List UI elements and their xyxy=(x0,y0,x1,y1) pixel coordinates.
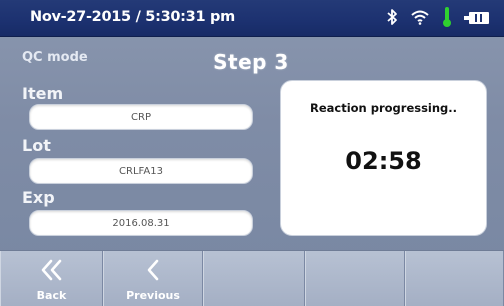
screen: Nov-27-2015 / 5:30:31 pm QC mode Step 3 … xyxy=(0,0,504,306)
nav-slot-5[interactable] xyxy=(405,251,504,306)
reaction-status-text: Reaction progressing.. xyxy=(309,101,458,115)
back-button[interactable]: Back xyxy=(0,251,103,306)
thermometer-icon xyxy=(442,6,452,32)
exp-label: Exp xyxy=(22,188,55,207)
step-title: Step 3 xyxy=(213,50,289,74)
nav-slot-4[interactable] xyxy=(305,251,405,306)
chevron-left-icon xyxy=(104,259,202,286)
bluetooth-icon xyxy=(386,8,398,30)
nav-bar: Back Previous xyxy=(0,250,504,306)
wifi-icon xyxy=(410,9,430,29)
mode-label: QC mode xyxy=(22,50,88,65)
reaction-panel: Reaction progressing.. 02:58 xyxy=(280,80,487,236)
datetime: Nov-27-2015 / 5:30:31 pm xyxy=(30,9,235,25)
exp-field[interactable]: 2016.08.31 xyxy=(29,210,253,236)
battery-icon xyxy=(464,10,490,29)
back-label: Back xyxy=(36,289,67,302)
double-chevron-left-icon xyxy=(1,259,102,286)
previous-label: Previous xyxy=(126,289,180,302)
lot-label: Lot xyxy=(22,136,51,155)
status-bar: Nov-27-2015 / 5:30:31 pm xyxy=(0,0,504,37)
nav-slot-3[interactable] xyxy=(203,251,305,306)
status-icons xyxy=(386,7,490,31)
lot-field[interactable]: CRLFA13 xyxy=(29,158,253,184)
item-field[interactable]: CRP xyxy=(29,104,253,130)
previous-button[interactable]: Previous xyxy=(103,251,203,306)
countdown-timer: 02:58 xyxy=(345,147,422,175)
item-label: Item xyxy=(22,84,64,103)
